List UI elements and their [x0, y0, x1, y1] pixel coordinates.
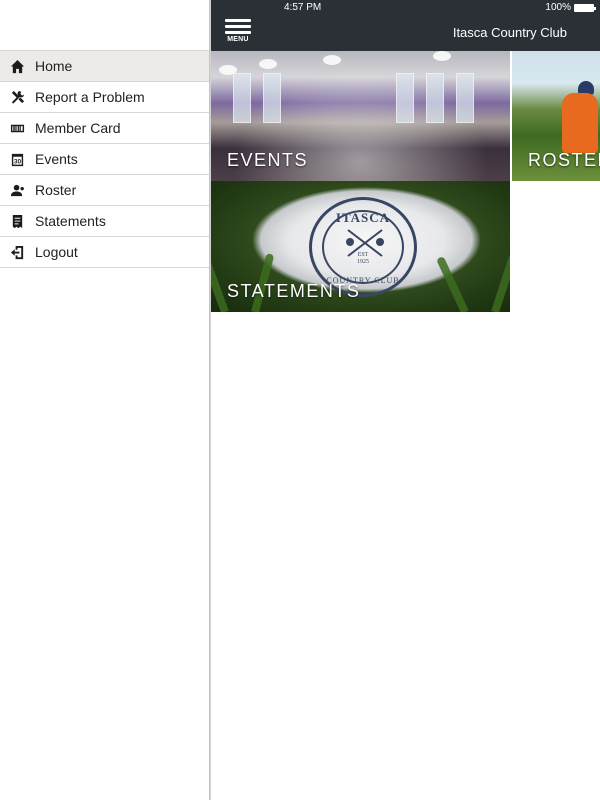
statement-icon — [2, 214, 32, 229]
sidebar-item-roster[interactable]: Roster — [0, 175, 211, 206]
sidebar-item-label: Roster — [35, 182, 77, 198]
sidebar-item-statements[interactable]: Statements — [0, 206, 211, 237]
sidebar-item-label: Events — [35, 151, 78, 167]
window-decor — [263, 73, 281, 123]
logo-text-year: 1925 — [357, 259, 369, 265]
sidebar-item-label: Home — [35, 58, 73, 74]
header-bar: MENU Itasca Country Club — [211, 16, 600, 51]
chandelier-decor — [323, 55, 341, 65]
sidebar-item-label: Logout — [35, 244, 78, 260]
statements-tile[interactable]: ITASCA EST 1925 COUNTRY CLUB STATEMENTS — [211, 181, 510, 312]
home-icon — [2, 59, 32, 74]
menu-button[interactable]: MENU — [225, 19, 251, 49]
golfer-decor — [562, 93, 598, 153]
sidebar-menu: Home Report a Problem Member Card 30 Eve… — [0, 50, 211, 268]
grass-decor — [436, 255, 469, 312]
roster-tile-label: ROSTER — [528, 150, 600, 170]
status-time: 4:57 PM — [284, 2, 322, 13]
sidebar-item-label: Member Card — [35, 120, 121, 136]
logo-text-name: ITASCA — [335, 210, 391, 225]
crossed-clubs-icon — [346, 229, 384, 257]
sidebar-item-home[interactable]: Home — [0, 51, 211, 82]
sidebar-item-report-a-problem[interactable]: Report a Problem — [0, 82, 211, 113]
hamburger-icon — [225, 19, 251, 34]
grass-decor — [491, 253, 510, 312]
calendar-icon: 30 — [2, 152, 32, 167]
chandelier-decor — [259, 59, 277, 69]
page-title: Itasca Country Club — [452, 25, 567, 40]
window-decor — [233, 73, 251, 123]
window-decor — [396, 73, 414, 123]
events-tile-label: EVENTS — [227, 150, 309, 170]
window-decor — [426, 73, 444, 123]
status-bar: 4:57 PM 100% — [211, 0, 600, 16]
window-decor — [456, 73, 474, 123]
logout-icon — [2, 245, 32, 260]
sidebar-item-events[interactable]: 30 Events — [0, 144, 211, 175]
statements-tile-label: STATEMENTS — [227, 281, 361, 301]
events-tile[interactable]: EVENTS — [211, 51, 510, 181]
sidebar-item-label: Report a Problem — [35, 89, 145, 105]
chandelier-decor — [433, 51, 451, 61]
battery-percent: 100% — [545, 2, 571, 13]
tools-icon — [2, 90, 32, 105]
sidebar-item-label: Statements — [35, 213, 106, 229]
sidebar-item-member-card[interactable]: Member Card — [0, 113, 211, 144]
person-icon — [2, 183, 32, 198]
battery-icon — [574, 3, 596, 12]
sidebar-item-logout[interactable]: Logout — [0, 237, 211, 268]
card-icon — [2, 121, 32, 136]
status-battery: 100% — [545, 2, 596, 13]
roster-tile[interactable]: ROSTER — [512, 51, 600, 181]
calendar-day: 30 — [13, 158, 21, 165]
sidebar: Home Report a Problem Member Card 30 Eve… — [0, 0, 211, 800]
main-panel: 4:57 PM 100% MENU Itasca Country Club EV… — [211, 0, 600, 800]
menu-label: MENU — [227, 36, 249, 43]
